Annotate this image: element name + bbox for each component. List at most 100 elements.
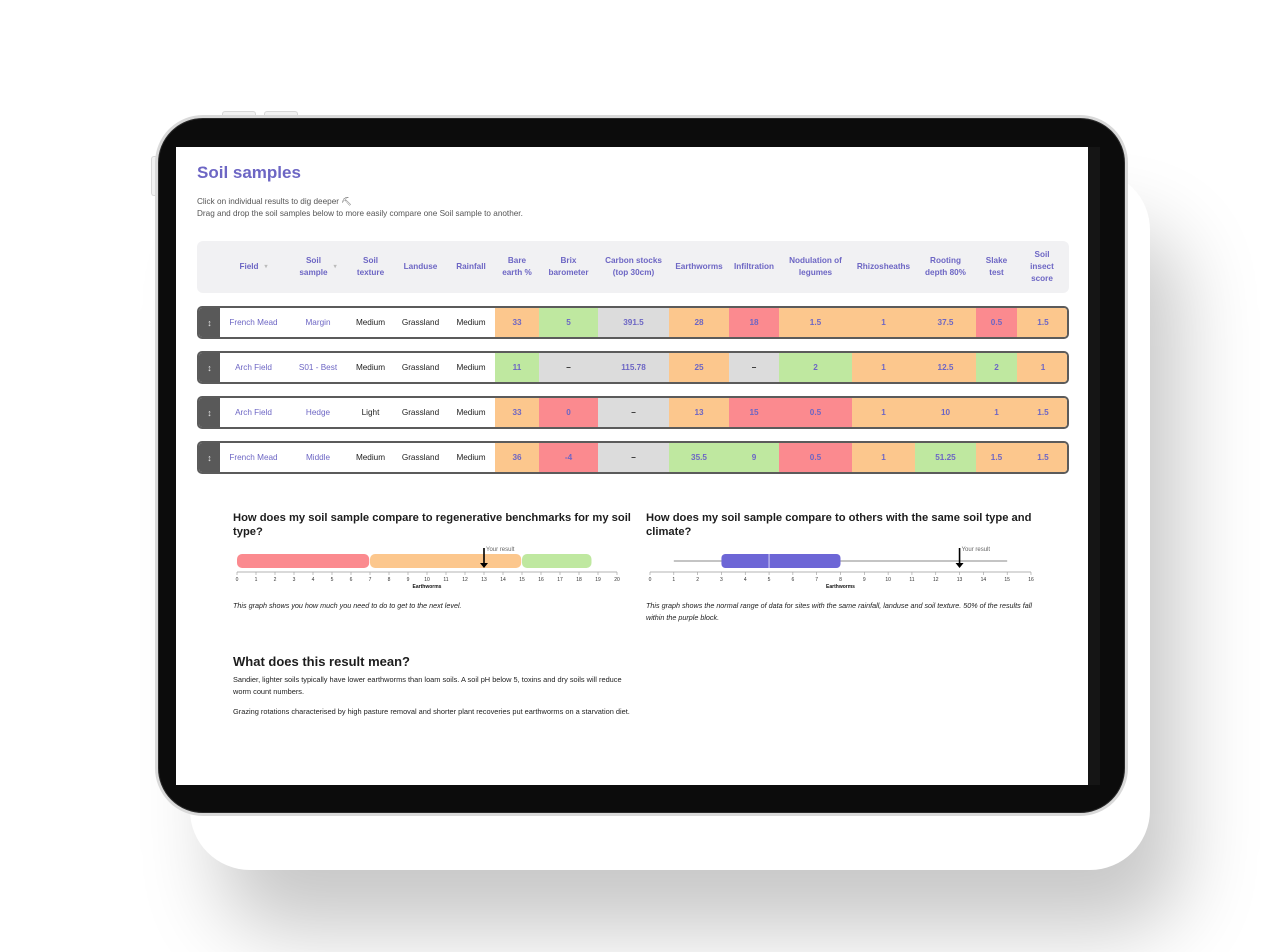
result-cell-brix[interactable]: 0: [539, 398, 598, 427]
column-header-label: Soil texture: [356, 256, 385, 277]
result-cell-bare_earth[interactable]: 36: [495, 443, 539, 472]
cell-rainfall: Medium: [456, 318, 486, 327]
column-header-field[interactable]: Field ▾: [218, 241, 289, 293]
x-tick-label: 16: [1028, 577, 1034, 583]
cell-texture: Light: [361, 408, 380, 417]
drag-handle-icon[interactable]: ↕: [199, 443, 220, 472]
x-tick-label: 12: [462, 577, 468, 583]
result-cell-brix[interactable]: 5: [539, 308, 598, 337]
sort-arrow-icon[interactable]: ▾: [334, 261, 337, 273]
result-cell-bare_earth[interactable]: 33: [495, 398, 539, 427]
x-tick-label: 20: [614, 577, 620, 583]
column-header-earthworms: Earthworms: [669, 241, 729, 293]
soil-sample-row[interactable]: ↕ Arch Field S01 - Best Medium Grassland Medi…: [197, 351, 1069, 384]
result-cell-infiltration[interactable]: 18: [729, 308, 779, 337]
result-cell-rooting[interactable]: 12.5: [915, 353, 976, 382]
column-header-label: Rhizosheaths: [856, 262, 911, 271]
column-header-rooting: Rooting depth 80%: [915, 241, 976, 293]
result-cell-carbon[interactable]: –: [598, 443, 669, 472]
x-tick-label: 2: [274, 577, 277, 583]
x-tick-label: 16: [538, 577, 544, 583]
column-header-label: Landuse: [403, 262, 438, 271]
result-cell-infiltration[interactable]: 9: [729, 443, 779, 472]
result-cell-insect[interactable]: 1: [1017, 353, 1067, 382]
iqr-box: [721, 554, 841, 568]
x-tick-label: 5: [331, 577, 334, 583]
result-cell-slake[interactable]: 1: [976, 398, 1017, 427]
column-header-label: Rainfall: [456, 262, 486, 271]
result-cell-rooting[interactable]: 10: [915, 398, 976, 427]
drag-handle-icon[interactable]: ↕: [199, 308, 220, 337]
x-tick-label: 5: [768, 577, 771, 583]
result-cell-insect[interactable]: 1.5: [1017, 443, 1067, 472]
result-cell-nodulation[interactable]: 0.5: [779, 398, 852, 427]
x-tick-label: 15: [519, 577, 525, 583]
stage: Soil samples Click on individual results…: [0, 0, 1276, 952]
result-cell-earthworms[interactable]: 25: [669, 353, 729, 382]
x-tick-label: 1: [255, 577, 258, 583]
cell-sample[interactable]: S01 - Best: [289, 353, 347, 382]
result-cell-rooting[interactable]: 37.5: [915, 308, 976, 337]
result-cell-nodulation[interactable]: 0.5: [779, 443, 852, 472]
result-cell-infiltration[interactable]: –: [729, 353, 779, 382]
result-cell-insect[interactable]: 1.5: [1017, 308, 1067, 337]
result-cell-rhizosheaths[interactable]: 1: [852, 353, 915, 382]
result-cell-insect[interactable]: 1.5: [1017, 398, 1067, 427]
result-cell-carbon[interactable]: –: [598, 398, 669, 427]
result-cell-earthworms[interactable]: 13: [669, 398, 729, 427]
x-tick-label: 10: [424, 577, 430, 583]
result-cell-brix[interactable]: -4: [539, 443, 598, 472]
column-header-rhizosheaths: Rhizosheaths: [852, 241, 915, 293]
result-cell-rooting[interactable]: 51.25: [915, 443, 976, 472]
x-tick-label: 0: [649, 577, 652, 583]
result-cell-nodulation[interactable]: 2: [779, 353, 852, 382]
result-cell-brix[interactable]: –: [539, 353, 598, 382]
column-header-label: Carbon stocks (top 30cm): [605, 256, 662, 277]
cell-landuse: Grassland: [401, 453, 440, 462]
column-header-label: Earthworms: [675, 262, 723, 271]
soil-sample-row[interactable]: ↕ French Mead Margin Medium Grassland Medium 3…: [197, 306, 1069, 339]
result-cell-rhizosheaths[interactable]: 1: [852, 443, 915, 472]
x-tick-label: 4: [312, 577, 315, 583]
result-cell-carbon[interactable]: 115.78: [598, 353, 669, 382]
result-cell-earthworms[interactable]: 28: [669, 308, 729, 337]
result-marker-label: Your result: [962, 547, 991, 553]
result-cell-slake[interactable]: 1.5: [976, 443, 1017, 472]
cell-field[interactable]: Arch Field: [218, 398, 289, 427]
benchmark-chart: 0 1 2 3 4 5 6 7 8 9 10 11 12 13 14 15 16 17 18 19 20Earthwor…: [236, 547, 620, 590]
result-cell-rhizosheaths[interactable]: 1: [852, 308, 915, 337]
column-header-label: Infiltration: [733, 262, 775, 271]
cell-sample[interactable]: Margin: [289, 308, 347, 337]
column-header-label: Field: [239, 262, 259, 271]
column-header-label: Slake test: [985, 256, 1008, 277]
column-header-sample[interactable]: Soil sample ▾: [289, 241, 347, 293]
result-cell-nodulation[interactable]: 1.5: [779, 308, 852, 337]
result-cell-rhizosheaths[interactable]: 1: [852, 398, 915, 427]
x-tick-label: 12: [933, 577, 939, 583]
cell-field[interactable]: French Mead: [218, 443, 289, 472]
cell-field[interactable]: Arch Field: [218, 353, 289, 382]
result-cell-earthworms[interactable]: 35.5: [669, 443, 729, 472]
soil-sample-row[interactable]: ↕ Arch Field Hedge Light Grassland Medium 33 0–…: [197, 396, 1069, 429]
column-header-rainfall: Rainfall: [447, 241, 495, 293]
drag-handle-icon[interactable]: ↕: [199, 398, 220, 427]
cell-rainfall: Medium: [456, 453, 486, 462]
sort-arrow-icon[interactable]: ▾: [265, 261, 268, 273]
result-cell-carbon[interactable]: 391.5: [598, 308, 669, 337]
cell-sample[interactable]: Middle: [289, 443, 347, 472]
x-tick-label: 13: [481, 577, 487, 583]
soil-sample-row[interactable]: ↕ French Mead Middle Medium Grassland Medium 3…: [197, 441, 1069, 474]
result-cell-slake[interactable]: 2: [976, 353, 1017, 382]
drag-handle-icon[interactable]: ↕: [199, 353, 220, 382]
result-cell-bare_earth[interactable]: 33: [495, 308, 539, 337]
result-cell-slake[interactable]: 0.5: [976, 308, 1017, 337]
result-cell-bare_earth[interactable]: 11: [495, 353, 539, 382]
x-tick-label: 7: [369, 577, 372, 583]
cell-field[interactable]: French Mead: [218, 308, 289, 337]
column-header-brix: Brix barometer: [539, 241, 598, 293]
cell-sample[interactable]: Hedge: [289, 398, 347, 427]
column-header-carbon: Carbon stocks (top 30cm): [598, 241, 669, 293]
cell-landuse: Grassland: [401, 363, 440, 372]
result-cell-infiltration[interactable]: 15: [729, 398, 779, 427]
x-axis-label: Earthworms: [413, 584, 442, 590]
